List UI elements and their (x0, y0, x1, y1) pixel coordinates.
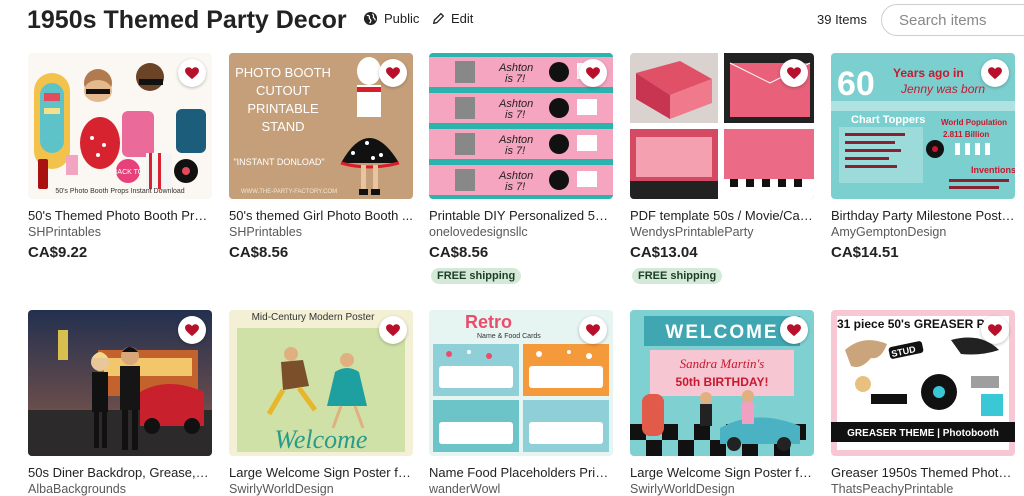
svg-text:Mid-Century Modern Poster: Mid-Century Modern Poster (252, 312, 375, 323)
svg-text:GREASER THEME | Photobooth: GREASER THEME | Photobooth (847, 428, 999, 439)
svg-text:STAND: STAND (261, 119, 304, 134)
svg-text:PRINTABLE: PRINTABLE (247, 101, 319, 116)
listing-title[interactable]: Large Welcome Sign Poster for ... (630, 465, 814, 480)
globe-icon (363, 11, 378, 26)
svg-text:Welcome: Welcome (275, 425, 368, 454)
favorite-button[interactable] (178, 316, 206, 344)
listing-title[interactable]: Name Food Placeholders Printa... (429, 465, 613, 480)
svg-text:Inventions: Inventions (971, 165, 1015, 175)
listing-title[interactable]: Large Welcome Sign Poster for ... (229, 465, 413, 480)
svg-text:is 7!: is 7! (505, 145, 525, 157)
svg-text:Sandra Martin's: Sandra Martin's (680, 356, 765, 371)
favorite-button[interactable] (379, 316, 407, 344)
favorite-button[interactable] (981, 59, 1009, 87)
collection-header: 1950s Themed Party Decor Public Edit 39 … (0, 0, 1024, 42)
favorite-button[interactable] (780, 316, 808, 344)
svg-text:CUTOUT: CUTOUT (256, 83, 310, 98)
svg-text:50th BIRTHDAY!: 50th BIRTHDAY! (676, 375, 769, 389)
page-title: 1950s Themed Party Decor (27, 6, 347, 34)
svg-text:50's Photo Booth Props Instant: 50's Photo Booth Props Instant Download (55, 188, 184, 195)
favorite-button[interactable] (379, 59, 407, 87)
listing-title[interactable]: Printable DIY Personalized 50's ... (429, 208, 613, 223)
favorite-button[interactable] (579, 59, 607, 87)
shop-name[interactable]: SHPrintables (28, 225, 101, 239)
favorite-button[interactable] (981, 316, 1009, 344)
svg-text:Years ago in: Years ago in (893, 66, 964, 80)
svg-text:2.811 Billion: 2.811 Billion (943, 130, 989, 139)
svg-text:"INSTANT DONLOAD": "INSTANT DONLOAD" (233, 157, 324, 167)
svg-text:WELCOME: WELCOME (665, 322, 778, 343)
favorite-button[interactable] (579, 316, 607, 344)
svg-text:Jenny was born: Jenny was born (900, 82, 985, 96)
listing-title[interactable]: 50's Themed Photo Booth Prop... (28, 208, 212, 223)
listing-title[interactable]: Greaser 1950s Themed Photob... (831, 465, 1015, 480)
svg-text:World Population: World Population (941, 118, 1007, 127)
shop-name[interactable]: onelovedesignsllc (429, 225, 528, 239)
listing-price: CA$13.04 (630, 244, 698, 261)
favorite-button[interactable] (178, 59, 206, 87)
shop-name[interactable]: SHPrintables (229, 225, 302, 239)
public-button[interactable]: Public (363, 11, 419, 26)
search-input[interactable] (881, 4, 1024, 36)
public-label: Public (384, 11, 420, 26)
listing-title[interactable]: 50s Diner Backdrop, Grease, H... (28, 465, 212, 480)
listing-title[interactable]: 50's themed Girl Photo Booth ... (229, 208, 413, 223)
free-shipping-badge: FREE shipping (632, 268, 723, 284)
item-count: 39 Items (817, 12, 867, 27)
svg-text:Retro: Retro (465, 312, 512, 332)
heart-icon (586, 66, 600, 79)
svg-text:is 7!: is 7! (505, 181, 525, 193)
svg-text:is 7!: is 7! (505, 109, 525, 121)
svg-text:Name & Food Cards: Name & Food Cards (477, 333, 541, 340)
listing-price: CA$8.56 (229, 244, 289, 261)
heart-icon (787, 323, 801, 336)
favorite-button[interactable] (780, 59, 808, 87)
edit-label: Edit (451, 11, 474, 26)
free-shipping-badge: FREE shipping (431, 268, 522, 284)
heart-icon (185, 66, 199, 79)
listing-title[interactable]: PDF template 50s / Movie/Cadi... (630, 208, 814, 223)
listing-price: CA$9.22 (28, 244, 88, 261)
listing-title[interactable]: Birthday Party Milestone Poster... (831, 208, 1015, 223)
edit-button[interactable]: Edit (432, 11, 473, 26)
svg-text:BACK TO: BACK TO (113, 169, 144, 176)
svg-text:60: 60 (837, 65, 875, 103)
svg-text:Chart Toppers: Chart Toppers (851, 114, 925, 126)
heart-icon (586, 323, 600, 336)
heart-icon (185, 323, 199, 336)
svg-text:PHOTO BOOTH: PHOTO BOOTH (235, 65, 331, 80)
svg-text:31 piece 50's GREASER Pr: 31 piece 50's GREASER Pr (837, 317, 990, 331)
svg-text:WWW.THE-PARTY-FACTORY.COM: WWW.THE-PARTY-FACTORY.COM (241, 189, 337, 195)
heart-icon (988, 323, 1002, 336)
listing-price: CA$14.51 (831, 244, 899, 261)
listing-price: CA$8.56 (429, 244, 489, 261)
svg-text:is 7!: is 7! (505, 73, 525, 85)
heart-icon (988, 66, 1002, 79)
shop-name[interactable]: AmyGemptonDesign (831, 225, 946, 239)
heart-icon (386, 66, 400, 79)
shop-name[interactable]: WendysPrintableParty (630, 225, 753, 239)
heart-icon (787, 66, 801, 79)
heart-icon (386, 323, 400, 336)
pencil-icon (432, 12, 445, 25)
